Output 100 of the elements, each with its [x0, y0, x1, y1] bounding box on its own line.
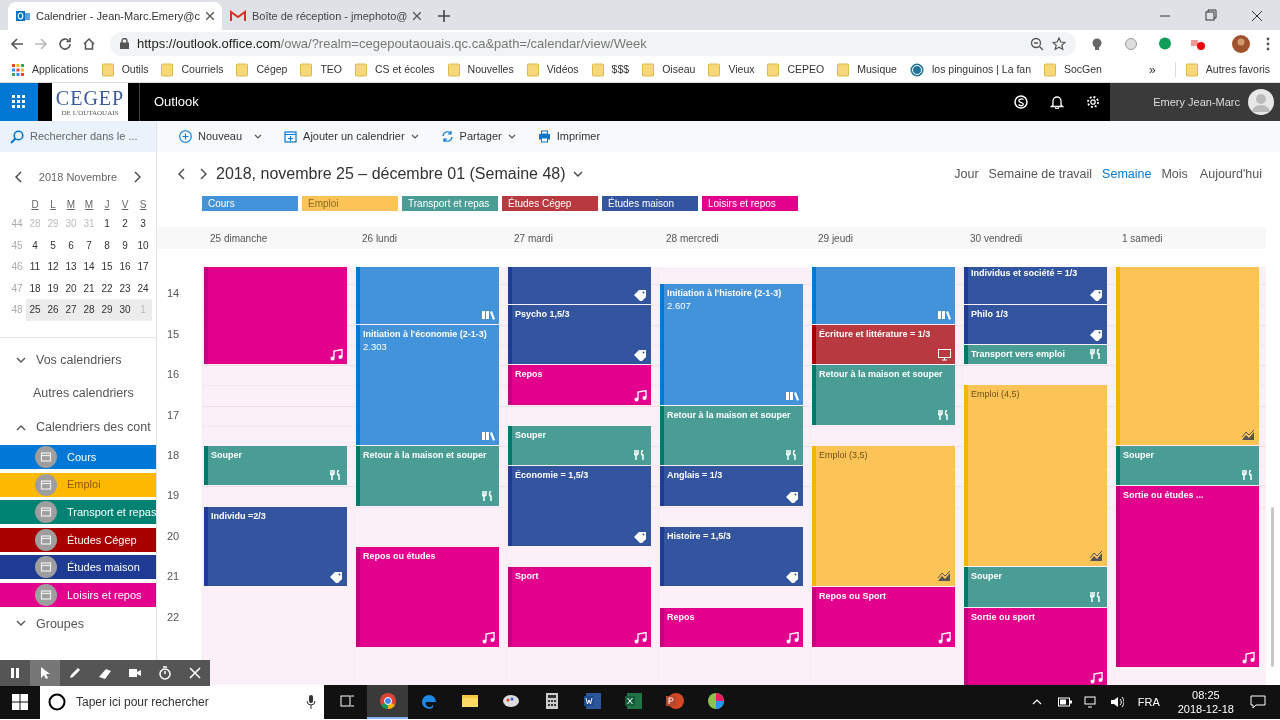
bell-icon[interactable] [1050, 95, 1064, 109]
week-row[interactable]: 4 5 6 7 8 9 10 [26, 234, 152, 256]
reload-icon[interactable] [58, 36, 72, 51]
chevron-down-icon[interactable] [16, 356, 26, 364]
bookmark[interactable]: Oiseau [642, 61, 696, 78]
clock[interactable]: 08:25 2018-12-18 [1177, 688, 1234, 716]
view-tab[interactable]: Mois [1161, 164, 1188, 184]
bookmark[interactable]: Nouvelles [447, 61, 514, 78]
calendar-day[interactable]: 26 [44, 302, 62, 318]
calendar-item[interactable]: Transport et repas [0, 500, 156, 525]
toolbar-button[interactable]: Ajouter un calendrier [284, 128, 419, 145]
user-account-button[interactable]: Emery Jean-Marc [1110, 83, 1280, 121]
bookmark[interactable]: Applications [12, 61, 89, 78]
bookmark[interactable]: TEO [300, 61, 343, 78]
calendar-day[interactable]: 7 [80, 237, 98, 253]
caret-icon[interactable] [572, 170, 583, 178]
calendar-day[interactable]: 8 [98, 237, 116, 253]
toolbar-button[interactable]: Nouveau [179, 128, 263, 145]
network-icon[interactable] [1083, 696, 1098, 708]
calendar-day[interactable]: 20 [62, 280, 80, 296]
close-icon[interactable] [413, 12, 422, 20]
toolbar-button[interactable]: Partager [440, 128, 516, 145]
volume-icon[interactable] [1109, 696, 1124, 708]
bookmark[interactable]: Autres favoris [1174, 61, 1270, 78]
folder-header[interactable]: Groupes [0, 606, 156, 641]
recorder-tool-button[interactable] [30, 660, 60, 686]
bookmark[interactable]: CS et écoles [355, 61, 435, 78]
toolbar-button[interactable]: Imprimer [537, 128, 601, 145]
language-indicator[interactable]: FRA [1137, 693, 1160, 711]
view-tab[interactable]: Semaine de travail [988, 164, 1093, 184]
today-button[interactable]: Aujourd'hui [1199, 164, 1262, 184]
calendar-event[interactable]: Repos ou études [356, 546, 499, 647]
view-tab[interactable]: Semaine [1102, 164, 1152, 184]
calendar-day[interactable]: 4 [26, 237, 44, 253]
calendar-day[interactable]: 10 [134, 237, 152, 253]
folder-header[interactable]: Vos calendriers [0, 343, 156, 377]
close-icon[interactable] [206, 12, 214, 20]
calendar-day[interactable]: 9 [116, 237, 134, 253]
week-row[interactable]: 28 29 30 31 1 2 3 [26, 213, 152, 235]
bookmark[interactable]: Vidéos [526, 61, 579, 78]
calendar-day[interactable]: 30 [116, 302, 134, 318]
chevron-up-icon[interactable] [16, 423, 26, 431]
calendar-event[interactable]: Anglais = 1/3 [660, 466, 803, 506]
bulb-icon[interactable] [1090, 36, 1104, 51]
next-week-icon[interactable] [200, 168, 208, 180]
calendar-day[interactable]: 14 [80, 259, 98, 275]
bookmark[interactable]: CEPEO [767, 61, 825, 78]
previous-week-icon[interactable] [177, 168, 185, 180]
calendar-day[interactable]: 17 [134, 259, 152, 275]
calendar-event[interactable]: Écriture et littérature = 1/3 [812, 324, 955, 365]
calendar-day[interactable]: 6 [62, 237, 80, 253]
calendar-day[interactable]: 3 [134, 216, 152, 232]
back-icon[interactable] [10, 36, 24, 51]
calendar-day[interactable]: 24 [134, 280, 152, 296]
bookmark[interactable]: Courriels [161, 61, 224, 78]
taskbar-search-field[interactable]: Taper ici pour rechercher [40, 685, 324, 719]
week-row[interactable]: 18 19 20 21 22 23 24 [26, 277, 152, 299]
calendar-event[interactable]: Sport [508, 567, 651, 647]
skype-icon[interactable] [1014, 95, 1028, 109]
next-month-icon[interactable] [134, 171, 142, 183]
calendar-item[interactable]: Études Cégep [0, 527, 156, 552]
calendar-day[interactable]: 18 [26, 280, 44, 296]
avatar-icon[interactable] [1232, 34, 1250, 53]
chevron-down-icon[interactable] [16, 620, 26, 628]
bookmark[interactable]: $$$ [591, 61, 630, 78]
calendar-day[interactable]: 29 [98, 302, 116, 318]
calendar-day[interactable]: 19 [44, 280, 62, 296]
app-launcher-button[interactable] [0, 83, 38, 121]
calendar-event[interactable]: Psycho 1,5/3 [508, 304, 651, 365]
view-tab[interactable]: Jour [954, 164, 979, 184]
calendar-day[interactable]: 11 [26, 259, 44, 275]
calendar-event[interactable]: Repos [508, 365, 651, 405]
browser-tab[interactable]: Calendrier - Jean-Marc.Emery@c [8, 2, 222, 30]
bookmark[interactable]: Vieux [708, 61, 755, 78]
calendar-event[interactable]: Individus et société = 1/3 [964, 267, 1107, 304]
calendar-event[interactable]: Repos ou Sport [812, 587, 955, 647]
calendar-item[interactable]: Emploi [0, 472, 156, 497]
calendar-day[interactable]: 16 [116, 259, 134, 275]
settings-icon[interactable] [1086, 95, 1100, 109]
search-field[interactable]: Rechercher dans le ... [0, 121, 156, 152]
more-bookmarks[interactable]: » [1149, 60, 1156, 79]
bookmark[interactable]: Outils [101, 61, 149, 78]
calendar-event[interactable]: Sortie ou études ... [1116, 486, 1259, 668]
zoom-out-icon[interactable] [1030, 36, 1044, 51]
calendar-day[interactable]: 15 [98, 259, 116, 275]
bookmark[interactable]: Cégep [236, 61, 288, 78]
previous-month-icon[interactable] [14, 171, 22, 183]
folder-header[interactable]: Autres calendriers [0, 377, 156, 411]
calendar-item[interactable]: Études maison [0, 555, 156, 580]
calendar-item[interactable]: Cours [0, 445, 156, 469]
calendar-day[interactable]: 1 [98, 216, 116, 232]
calendar-event[interactable]: Philo 1/3 [964, 304, 1107, 344]
calendar-day[interactable]: 13 [62, 259, 80, 275]
calendar-event[interactable]: Histoire = 1,5/3 [660, 526, 803, 587]
browser-tab[interactable]: Boîte de réception - jmephoto@ [222, 2, 430, 30]
home-icon[interactable] [82, 36, 96, 51]
battery-icon[interactable] [1057, 697, 1072, 707]
star-icon[interactable] [1052, 36, 1066, 51]
calendar-day[interactable]: 5 [44, 237, 62, 253]
calendar-day[interactable]: 12 [44, 259, 62, 275]
